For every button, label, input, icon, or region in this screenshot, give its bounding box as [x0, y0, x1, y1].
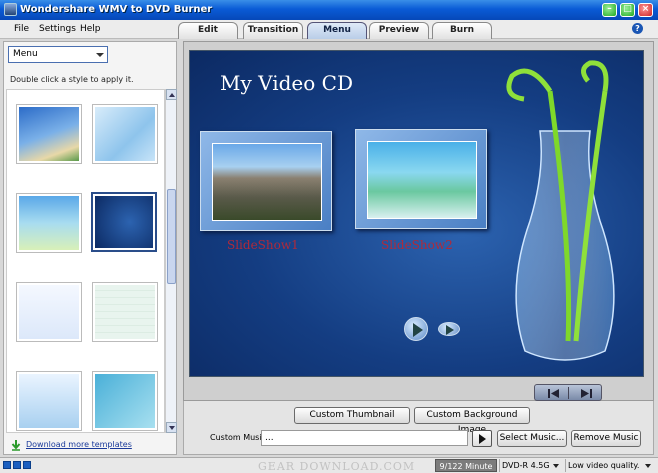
status-bar: GEAR DOWNLOAD.COM 9/122 Minute DVD-R 4.5…: [0, 457, 658, 473]
music-play-button[interactable]: [472, 430, 492, 447]
slideshow2-label[interactable]: SlideShow2: [381, 238, 453, 252]
template-hint: Double click a style to apply it.: [10, 75, 134, 84]
menu-controls: Custom Thumbnail Custom Background Image…: [183, 401, 654, 455]
app-window: Wondershare WMV to DVD Burner – □ × File…: [0, 0, 658, 473]
template-panel: Menu Double click a style to apply it. D…: [3, 41, 177, 455]
slideshow2-frame[interactable]: [355, 129, 487, 229]
template-thumb-8[interactable]: [92, 371, 158, 431]
status-icon-3: [23, 461, 31, 469]
disc-type-select[interactable]: DVD-R 4.5G: [499, 459, 563, 472]
menu-preview-frame: My Video CD SlideShow1 SlideShow2: [183, 41, 654, 401]
template-scrollbar[interactable]: [165, 89, 177, 433]
template-thumb-2[interactable]: [92, 104, 158, 164]
status-icons: [3, 461, 33, 472]
remove-music-button[interactable]: Remove Music: [571, 430, 641, 447]
tab-transition[interactable]: Transition: [243, 22, 303, 39]
slideshow1-label[interactable]: SlideShow1: [227, 238, 299, 252]
slideshow1-thumbnail: [212, 143, 322, 221]
tab-edit[interactable]: Edit: [178, 22, 238, 39]
menu-preview: My Video CD SlideShow1 SlideShow2: [189, 50, 644, 377]
window-title: Wondershare WMV to DVD Burner: [20, 4, 213, 15]
duration-meter: 9/122 Minute: [435, 459, 497, 472]
disc-type-value: DVD-R 4.5G: [502, 461, 550, 470]
template-category-select[interactable]: Menu: [8, 46, 108, 63]
next-page-icon[interactable]: [438, 322, 460, 336]
template-thumb-3[interactable]: [16, 193, 82, 253]
select-music-button[interactable]: Select Music...: [497, 430, 567, 447]
quality-value: Low video quality.: [568, 461, 640, 470]
chevron-down-icon: [96, 53, 104, 57]
template-list: [6, 89, 165, 433]
custom-thumbnail-button[interactable]: Custom Thumbnail: [294, 407, 410, 424]
template-thumb-1[interactable]: [16, 104, 82, 164]
play-icon: [479, 434, 486, 444]
template-thumb-4[interactable]: [91, 192, 157, 252]
template-category-value: Menu: [13, 49, 38, 59]
custom-background-button[interactable]: Custom Background Image: [414, 407, 530, 435]
play-icon[interactable]: [404, 317, 428, 341]
watermark: GEAR DOWNLOAD.COM: [258, 460, 416, 473]
next-button-icon[interactable]: [579, 388, 593, 399]
scroll-down-button[interactable]: [166, 422, 177, 433]
scroll-up-button[interactable]: [166, 89, 177, 100]
status-icon-1: [3, 461, 11, 469]
tab-burn[interactable]: Burn: [432, 22, 492, 39]
chevron-down-icon: [553, 464, 559, 468]
chevron-down-icon: [645, 464, 651, 468]
download-arrow-icon: [11, 440, 21, 451]
download-templates-link[interactable]: Download more templates: [26, 440, 132, 449]
maximize-button[interactable]: □: [620, 3, 635, 17]
menu-help[interactable]: Help: [80, 24, 101, 34]
tab-menu[interactable]: Menu: [307, 22, 367, 39]
preview-title[interactable]: My Video CD: [220, 71, 353, 95]
minimize-button[interactable]: –: [602, 3, 617, 17]
page-navigation: [534, 384, 602, 401]
app-icon: [4, 3, 17, 16]
menu-file[interactable]: File: [14, 24, 29, 34]
menu-settings[interactable]: Settings: [39, 24, 76, 34]
tab-preview[interactable]: Preview: [369, 22, 429, 39]
status-icon-2: [13, 461, 21, 469]
custom-music-field[interactable]: ...: [261, 430, 468, 446]
scroll-thumb[interactable]: [167, 189, 176, 284]
title-bar: Wondershare WMV to DVD Burner – □ ×: [0, 0, 658, 20]
slideshow1-frame[interactable]: [200, 131, 332, 231]
vase-decoration: [506, 60, 615, 361]
slideshow2-thumbnail: [367, 141, 477, 219]
template-thumb-5[interactable]: [16, 282, 82, 342]
template-thumb-6[interactable]: [92, 282, 158, 342]
close-button[interactable]: ×: [638, 3, 653, 17]
help-icon[interactable]: ?: [632, 23, 643, 34]
quality-select[interactable]: Low video quality.: [565, 459, 655, 472]
previous-page-icon[interactable]: [547, 388, 561, 399]
template-thumb-7[interactable]: [16, 371, 82, 431]
